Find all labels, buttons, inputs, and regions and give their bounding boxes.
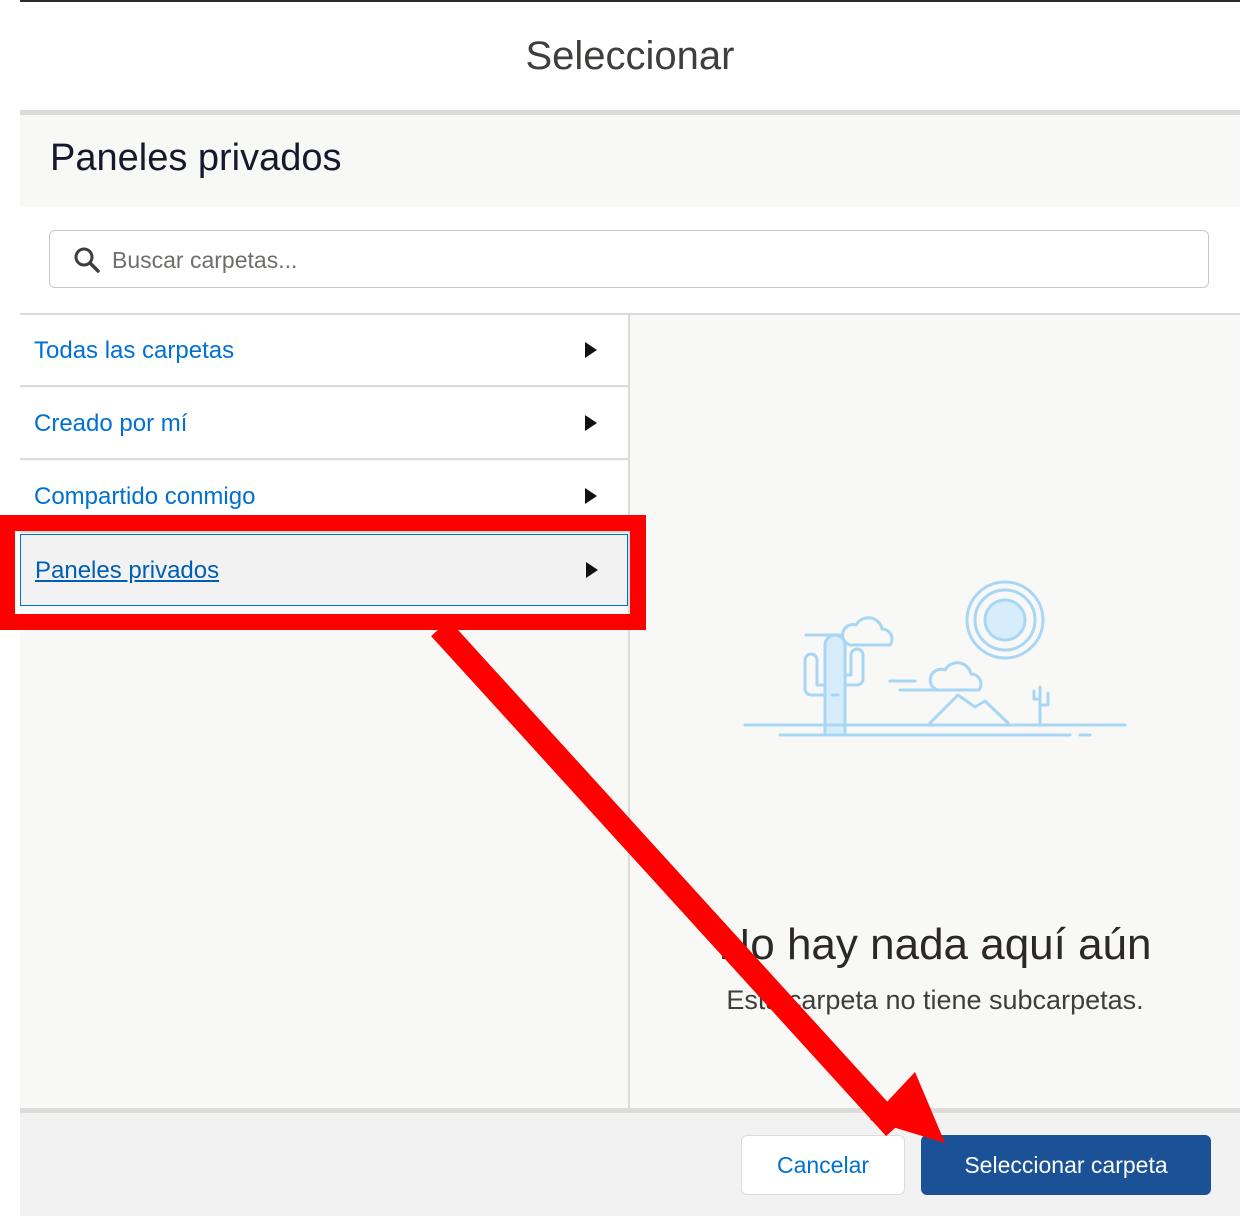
empty-state-title: No hay nada aquí aún <box>718 920 1152 969</box>
folder-item-label: Todas las carpetas <box>34 337 235 364</box>
modal-header: Seleccionar <box>20 2 1240 110</box>
caret-right-icon <box>585 342 597 358</box>
section-title: Paneles privados <box>50 137 342 179</box>
cancel-button[interactable]: Cancelar <box>741 1135 905 1195</box>
folder-item-paneles-privados[interactable]: Paneles privados <box>20 534 628 606</box>
empty-state-subtitle: Esta carpeta no tiene subcarpetas. <box>726 985 1144 1015</box>
desert-illustration <box>743 580 1127 737</box>
search-icon <box>74 247 100 273</box>
modal-title: Seleccionar <box>525 33 735 78</box>
folder-item-label: Creado por mí <box>34 410 188 437</box>
folder-item-label: Compartido conmigo <box>34 483 256 510</box>
folder-item-compartido-conmigo[interactable]: Compartido conmigo <box>20 461 628 533</box>
select-folder-button[interactable]: Seleccionar carpeta <box>921 1135 1211 1195</box>
folder-item-label: Paneles privados <box>35 557 220 584</box>
modal-footer: Cancelar Seleccionar carpeta <box>20 1113 1240 1216</box>
modal-content: Paneles privados Todas las carpetas Crea… <box>20 115 1240 1108</box>
search-input[interactable] <box>110 239 1194 281</box>
search-area <box>20 207 1240 313</box>
folder-item-creado-por-mi[interactable]: Creado por mí <box>20 388 628 460</box>
folder-item-todas-las-carpetas[interactable]: Todas las carpetas <box>20 315 628 387</box>
search-box[interactable] <box>49 230 1209 288</box>
caret-right-icon <box>585 415 597 431</box>
folder-detail-pane: No hay nada aquí aún Esta carpeta no tie… <box>630 315 1240 1108</box>
caret-right-icon <box>586 562 598 578</box>
caret-right-icon <box>585 488 597 504</box>
folder-list: Todas las carpetas Creado por mí Compart… <box>20 315 628 1108</box>
